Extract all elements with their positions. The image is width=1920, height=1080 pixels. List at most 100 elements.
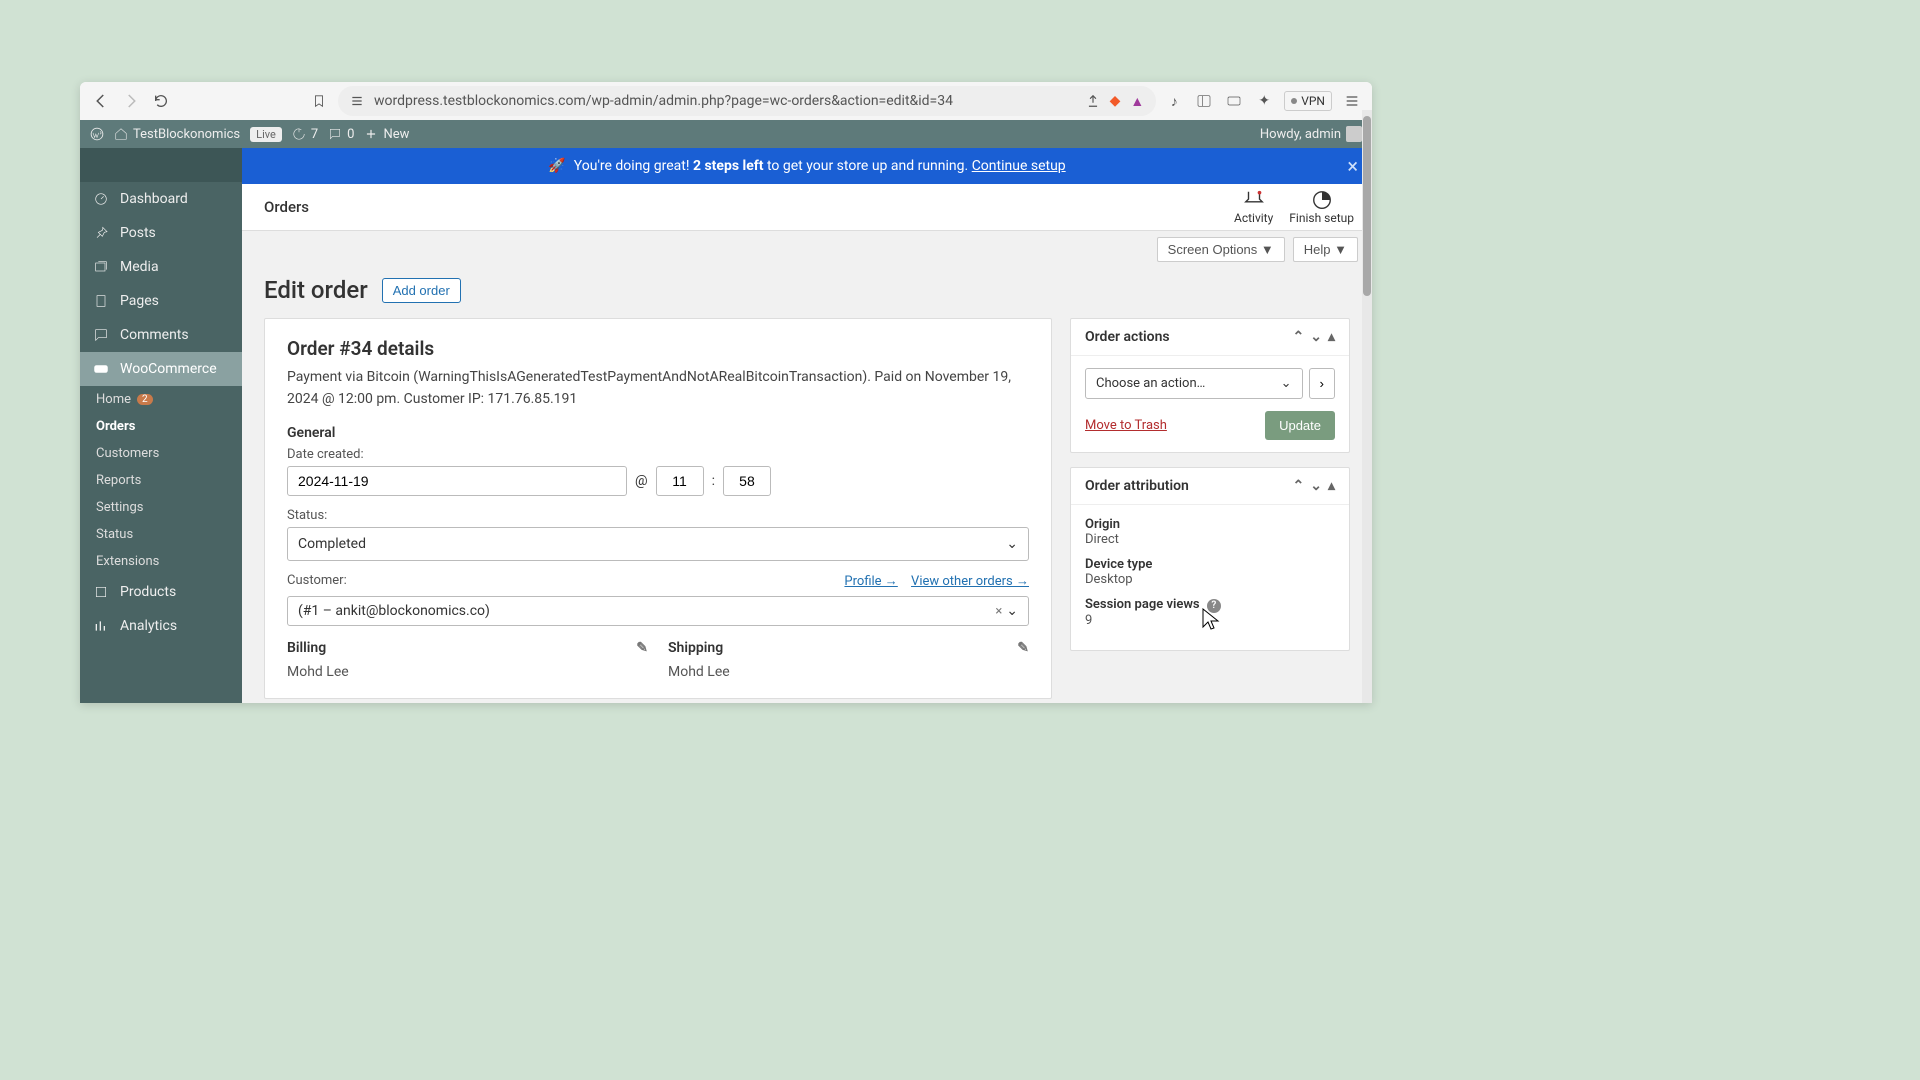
order-attribution-widget: Order attribution ⌃ ⌄ ▴ Origin Direct [1070, 467, 1350, 651]
customer-select[interactable]: (#1 – ankit@blockonomics.co) ×⌄ [287, 596, 1029, 626]
edit-shipping-icon[interactable]: ✎ [1017, 640, 1029, 656]
new-link[interactable]: New [364, 127, 409, 142]
status-select[interactable]: Completed ⌄ [287, 527, 1029, 561]
sidebar-sub-home[interactable]: Home 2 [80, 386, 242, 413]
add-order-button[interactable]: Add order [382, 278, 461, 303]
chevron-up-icon[interactable]: ⌃ [1293, 478, 1305, 494]
comment-icon [92, 326, 110, 344]
sidebar-sub-reports[interactable]: Reports [80, 467, 242, 494]
screen-options-button[interactable]: Screen Options ▼ [1157, 237, 1285, 262]
chevron-down-icon: ⌄ [1006, 603, 1018, 619]
media-icon [92, 258, 110, 276]
sidebar-item-products[interactable]: Products [80, 575, 242, 609]
update-button[interactable]: Update [1265, 411, 1335, 440]
order-details-panel: Order #34 details Payment via Bitcoin (W… [264, 318, 1052, 699]
updates-link[interactable]: 7 [292, 127, 318, 142]
home-badge: 2 [137, 394, 153, 405]
sidebar-item-dashboard[interactable]: Dashboard [80, 182, 242, 216]
comments-link[interactable]: 0 [328, 127, 354, 142]
sidebar-item-media[interactable]: Media [80, 250, 242, 284]
time-colon: : [712, 473, 715, 489]
edit-billing-icon[interactable]: ✎ [636, 640, 648, 656]
shipping-label: Shipping [668, 640, 723, 656]
sidebar-sub-settings[interactable]: Settings [80, 494, 242, 521]
shipping-name: Mohd Lee [668, 664, 1029, 680]
session-views-value: 9 [1085, 613, 1335, 628]
sidebar-item-analytics[interactable]: Analytics [80, 609, 242, 643]
finish-setup-button[interactable]: Finish setup [1289, 189, 1354, 225]
chevron-down-icon: ⌄ [1006, 536, 1018, 552]
wp-admin-bar: TestBlockonomics Live 7 0 New Howdy, adm… [80, 120, 1372, 148]
forward-button[interactable] [120, 90, 142, 112]
order-actions-widget: Order actions ⌃ ⌄ ▴ Choose an action… [1070, 318, 1350, 453]
hour-input[interactable] [656, 466, 704, 496]
music-icon[interactable]: ♪ [1164, 91, 1184, 111]
sidebar-item-pages[interactable]: Pages [80, 284, 242, 318]
sidebar-item-woocommerce[interactable]: WooCommerce [80, 352, 242, 386]
date-created-input[interactable] [287, 466, 627, 496]
sidebar-sub-status[interactable]: Status [80, 521, 242, 548]
back-button[interactable] [90, 90, 112, 112]
order-details-title: Order #34 details [287, 337, 1029, 360]
device-type-value: Desktop [1085, 572, 1335, 587]
reload-button[interactable] [150, 90, 172, 112]
rocket-icon: 🚀 [548, 158, 565, 174]
session-views-label: Session page views [1085, 597, 1200, 612]
vertical-scrollbar[interactable] [1362, 110, 1372, 703]
bookmark-icon[interactable] [308, 90, 330, 112]
continue-setup-link[interactable]: Continue setup [972, 158, 1066, 174]
browser-toolbar: wordpress.testblockonomics.com/wp-admin/… [80, 82, 1372, 120]
howdy-link[interactable]: Howdy, admin [1260, 126, 1362, 142]
apply-action-button[interactable]: › [1309, 368, 1335, 399]
vpn-button[interactable]: VPN [1284, 91, 1332, 111]
wp-body: Dashboard Posts Media Pages Comments Woo… [80, 148, 1372, 703]
wallet-icon[interactable] [1224, 91, 1244, 111]
wp-logo-icon[interactable] [90, 127, 104, 141]
close-icon[interactable]: × [1347, 154, 1358, 178]
sidebar-item-posts[interactable]: Posts [80, 216, 242, 250]
clear-customer-icon[interactable]: × [995, 604, 1002, 619]
caret-up-icon[interactable]: ▴ [1328, 478, 1335, 494]
move-to-trash-link[interactable]: Move to Trash [1085, 418, 1167, 433]
profile-link[interactable]: Profile → [844, 574, 897, 589]
chevron-down-icon[interactable]: ⌄ [1310, 478, 1322, 494]
view-other-orders-link[interactable]: View other orders → [911, 574, 1029, 589]
brave-triangle-icon[interactable]: ▲ [1130, 93, 1144, 110]
sidebar-toggle-icon[interactable] [1194, 91, 1214, 111]
menu-icon[interactable] [1342, 91, 1362, 111]
site-settings-icon[interactable] [350, 94, 364, 108]
page-title: Edit order [264, 276, 368, 304]
minute-input[interactable] [723, 466, 771, 496]
address-bar[interactable]: wordpress.testblockonomics.com/wp-admin/… [338, 86, 1156, 116]
share-icon[interactable] [1086, 94, 1100, 108]
sidebar-sub-extensions[interactable]: Extensions [80, 548, 242, 575]
live-badge: Live [250, 127, 282, 142]
help-button[interactable]: Help ▼ [1293, 237, 1358, 262]
sidebar-sub-customers[interactable]: Customers [80, 440, 242, 467]
chevron-down-icon[interactable]: ⌄ [1310, 329, 1322, 345]
caret-up-icon[interactable]: ▴ [1328, 329, 1335, 345]
site-link[interactable]: TestBlockonomics [114, 127, 240, 142]
top-area: Orders Activity Finish setup [242, 184, 1372, 231]
chevron-up-icon[interactable]: ⌃ [1293, 329, 1305, 345]
dashboard-icon [92, 190, 110, 208]
general-label: General [287, 425, 1029, 441]
sidebar-sub-orders[interactable]: Orders [80, 413, 242, 440]
order-action-select[interactable]: Choose an action… ⌄ [1085, 368, 1303, 399]
date-created-label: Date created: [287, 447, 1029, 462]
sidebar-item-comments[interactable]: Comments [80, 318, 242, 352]
info-icon[interactable]: ? [1207, 599, 1221, 613]
scroll-thumb[interactable] [1363, 116, 1371, 296]
sparkle-icon[interactable]: ✦ [1254, 91, 1274, 111]
activity-button[interactable]: Activity [1234, 189, 1273, 225]
customer-label: Customer: [287, 573, 347, 588]
status-label: Status: [287, 508, 1029, 523]
order-summary-text: Payment via Bitcoin (WarningThisIsAGener… [287, 366, 1029, 411]
setup-banner: 🚀 You're doing great! 2 steps left to ge… [242, 148, 1372, 184]
device-type-label: Device type [1085, 557, 1335, 572]
breadcrumb: Orders [242, 184, 1234, 230]
order-actions-title: Order actions [1085, 329, 1170, 345]
billing-label: Billing [287, 640, 326, 656]
browser-window: wordpress.testblockonomics.com/wp-admin/… [80, 82, 1372, 703]
brave-shield-icon[interactable]: ◆ [1110, 93, 1121, 109]
